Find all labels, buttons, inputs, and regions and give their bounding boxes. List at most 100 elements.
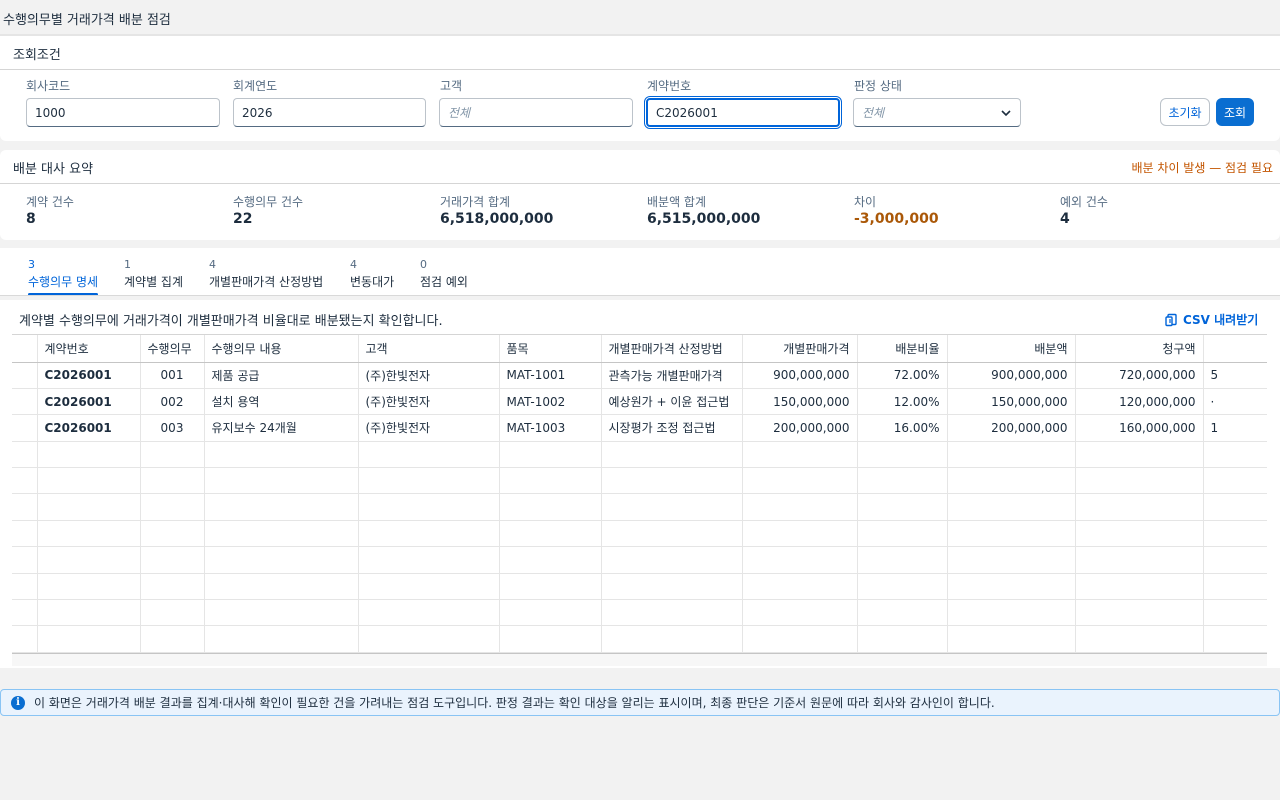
cell-description: 유지보수 24개월 — [204, 414, 359, 442]
company-code-input[interactable]: 1000 — [26, 98, 220, 127]
kpi-value: 6,518,000,000 — [440, 211, 554, 227]
tab-obligation-detail[interactable]: 3 수행의무 명세 — [28, 258, 99, 296]
cell-allocated: 150,000,000 — [947, 388, 1076, 416]
cell-ssp-method: 시장평가 조정 접근법 — [601, 414, 743, 442]
column-header[interactable]: 계약번호 — [37, 335, 141, 363]
empty-row — [12, 546, 1267, 574]
tab-contract-summary[interactable]: 1 계약별 집계 — [124, 258, 183, 296]
cell-description: 제품 공급 — [204, 362, 359, 389]
tab-label: 계약별 집계 — [124, 275, 184, 289]
column-header[interactable]: 배분액 — [947, 335, 1076, 363]
info-icon: i — [11, 695, 25, 710]
cell-overflow: 5 — [1203, 362, 1267, 389]
kpi-label: 계약 건수 — [26, 195, 74, 209]
column-header[interactable]: 개별판매가격 — [742, 335, 858, 363]
column-header[interactable]: 청구액 — [1075, 335, 1204, 363]
column-header[interactable]: 품목 — [499, 335, 602, 363]
cell-obligation: 002 — [140, 388, 205, 416]
status-select[interactable]: 전체 — [853, 98, 1021, 127]
contract-no-label: 계약번호 — [647, 79, 692, 93]
kpi-value: 22 — [233, 211, 253, 227]
column-header[interactable]: 개별판매가격 산정방법 — [601, 335, 743, 363]
empty-row — [12, 493, 1267, 521]
csv-download-button[interactable]: CSV 내려받기 — [1165, 311, 1258, 328]
table-description: 계약별 수행의무에 거래가격이 개별판매가격 비율대로 배분됐는지 확인합니다. — [19, 314, 443, 329]
column-header[interactable]: 수행의무 — [140, 335, 205, 363]
status-label: 판정 상태 — [854, 79, 902, 93]
column-header[interactable]: 배분비율 — [857, 335, 948, 363]
cell-contract-no: C2026001 — [37, 414, 141, 442]
cell-overflow: 1 — [1203, 414, 1267, 442]
kpi-value: 4 — [1060, 211, 1070, 227]
empty-row — [12, 573, 1267, 601]
kpi-value: 8 — [26, 211, 36, 227]
customer-input[interactable]: 전체 — [439, 98, 633, 127]
table-row[interactable]: C2026001 001 제품 공급 (주)한빛전자 MAT-1001 관측가능… — [12, 362, 1267, 389]
tab-count: 1 — [124, 258, 131, 271]
cell-obligation: 001 — [140, 362, 205, 389]
cell-billed: 720,000,000 — [1075, 362, 1204, 389]
cell-ssp-method: 관측가능 개별판매가격 — [601, 362, 743, 389]
table-header-row: 계약번호 수행의무 수행의무 내용 고객 품목 개별판매가격 산정방법 개별판매… — [12, 335, 1267, 363]
column-header[interactable] — [1203, 335, 1267, 363]
kpi-label: 차이 — [854, 195, 877, 209]
warning-message: 배분 차이 발생 — 점검 필요 — [1131, 161, 1273, 175]
cell-allocated: 200,000,000 — [947, 414, 1076, 442]
status-select-value: 전체 — [862, 106, 885, 120]
cell-ratio: 72.00% — [857, 362, 948, 389]
search-button[interactable]: 조회 — [1216, 98, 1254, 126]
row-selector[interactable] — [12, 362, 38, 389]
summary-panel-title: 배분 대사 요약 — [13, 162, 94, 177]
row-selector[interactable] — [12, 414, 38, 442]
contract-no-input[interactable]: C2026001 — [644, 96, 842, 129]
kpi-label: 배분액 합계 — [647, 195, 707, 209]
cell-obligation: 003 — [140, 414, 205, 442]
table-row[interactable]: C2026001 002 설치 용역 (주)한빛전자 MAT-1002 예상원가… — [12, 388, 1267, 416]
cell-customer: (주)한빛전자 — [358, 388, 500, 416]
table-row[interactable]: C2026001 003 유지보수 24개월 (주)한빛전자 MAT-1003 … — [12, 414, 1267, 442]
empty-row — [12, 599, 1267, 627]
tab-count: 0 — [420, 258, 427, 271]
cell-ratio: 12.00% — [857, 388, 948, 416]
summary-panel: 배분 대사 요약 배분 차이 발생 — 점검 필요 계약 건수 8 수행의무 건… — [0, 150, 1280, 240]
row-selector[interactable] — [12, 388, 38, 416]
filter-divider — [0, 69, 1280, 70]
empty-row — [12, 441, 1267, 469]
customer-label: 고객 — [440, 79, 463, 93]
filter-panel-title: 조회조건 — [13, 48, 61, 63]
cell-item: MAT-1002 — [499, 388, 602, 416]
cell-ratio: 16.00% — [857, 414, 948, 442]
tab-label: 개별판매가격 산정방법 — [209, 275, 324, 289]
empty-row — [12, 467, 1267, 495]
csv-download-label: CSV 내려받기 — [1183, 313, 1259, 327]
empty-row — [12, 520, 1267, 548]
cell-description: 설치 용역 — [204, 388, 359, 416]
reset-button[interactable]: 초기화 — [1160, 98, 1210, 126]
filter-panel: 조회조건 회사코드 1000 회계연도 2026 고객 전체 계약번호 C202… — [0, 36, 1280, 141]
kpi-label: 예외 건수 — [1060, 195, 1108, 209]
tab-label: 점검 예외 — [420, 275, 468, 289]
cell-ssp: 150,000,000 — [742, 388, 858, 416]
fiscal-year-input[interactable]: 2026 — [233, 98, 426, 127]
chevron-down-icon — [1001, 110, 1011, 117]
column-header[interactable]: 수행의무 내용 — [204, 335, 359, 363]
cell-contract-no: C2026001 — [37, 362, 141, 389]
tab-divider — [0, 295, 1280, 296]
tab-label: 수행의무 명세 — [28, 275, 99, 289]
tab-count: 3 — [28, 258, 35, 271]
column-header-selector — [12, 335, 38, 363]
cell-item: MAT-1001 — [499, 362, 602, 389]
tab-variable-consideration[interactable]: 4 변동대가 — [350, 258, 394, 296]
horizontal-scrollbar[interactable] — [12, 654, 1267, 666]
summary-divider — [0, 183, 1280, 184]
tab-ssp-method[interactable]: 4 개별판매가격 산정방법 — [209, 258, 323, 296]
info-message-text: 이 화면은 거래가격 배분 결과를 집계·대사해 확인이 필요한 건을 가려내는… — [34, 696, 995, 710]
tab-exceptions[interactable]: 0 점검 예외 — [420, 258, 468, 296]
empty-row — [12, 625, 1267, 653]
company-code-label: 회사코드 — [26, 79, 71, 93]
cell-ssp: 200,000,000 — [742, 414, 858, 442]
cell-ssp: 900,000,000 — [742, 362, 858, 389]
cell-billed: 120,000,000 — [1075, 388, 1204, 416]
column-header[interactable]: 고객 — [358, 335, 500, 363]
obligation-table: 계약번호 수행의무 수행의무 내용 고객 품목 개별판매가격 산정방법 개별판매… — [12, 334, 1267, 654]
